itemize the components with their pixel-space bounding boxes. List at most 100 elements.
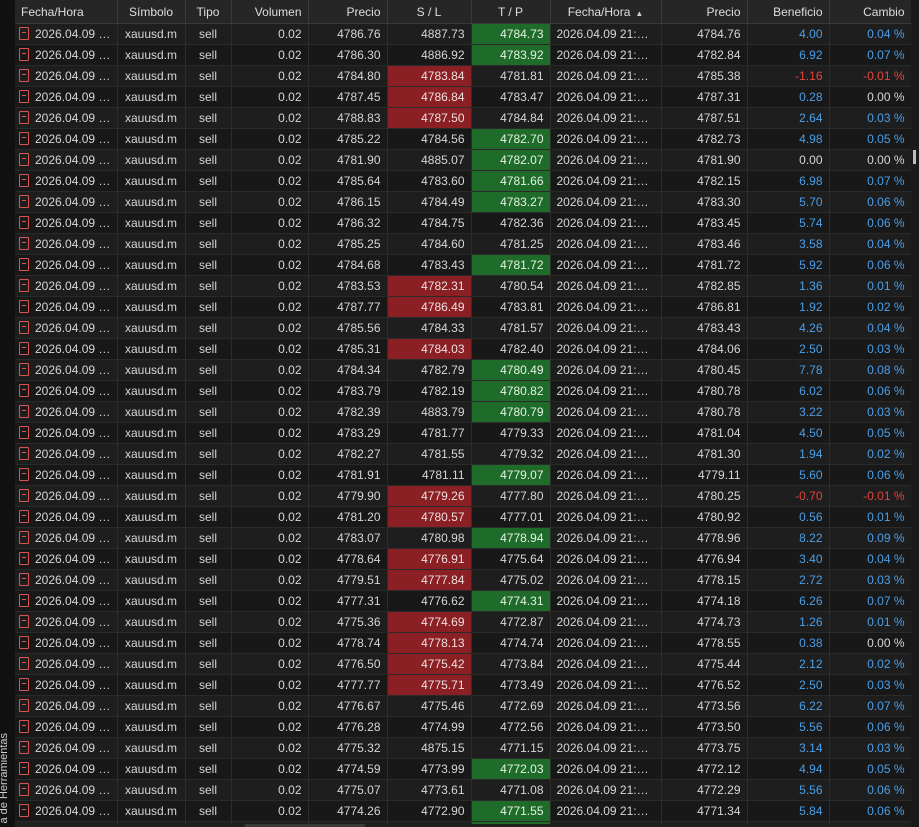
open-time-text: 2026.04.09 2... <box>35 89 116 104</box>
table-row[interactable]: 2026.04.09 2... xauusd.m sell 0.02 4787.77 47… <box>15 296 911 318</box>
deal-document-icon <box>19 762 29 776</box>
table-row[interactable]: 2026.04.09 2... xauusd.m sell 0.02 4781.90 48… <box>15 149 911 171</box>
table-row[interactable]: 2026.04.09 2... xauusd.m sell 0.02 4777.31 47… <box>15 590 911 612</box>
table-row[interactable]: 2026.04.09 2... xauusd.m sell 0.02 4776.28 47… <box>15 716 911 738</box>
table-row[interactable]: 2026.04.09 2... xauusd.m sell 0.02 4774.26 47… <box>15 800 911 822</box>
table-row[interactable]: 2026.04.09 2... xauusd.m sell 0.02 4782.39 48… <box>15 401 911 423</box>
cell-open-price: 4786.32 <box>308 212 388 234</box>
cell-symbol: xauusd.m <box>117 611 186 633</box>
table-body: 2026.04.09 2... xauusd.m sell 0.02 4786.76 48… <box>15 23 911 824</box>
cell-open-price: 4784.80 <box>308 65 388 87</box>
cell-change: 0.07 % <box>829 695 911 717</box>
table-row[interactable]: 2026.04.09 2... xauusd.m sell 0.02 4785.31 47… <box>15 338 911 360</box>
table-row[interactable]: 2026.04.09 2... xauusd.m sell 0.02 4776.67 47… <box>15 695 911 717</box>
vertical-scrollbar[interactable] <box>911 0 919 827</box>
cell-close-price: 4780.25 <box>661 485 748 507</box>
table-row[interactable]: 2026.04.09 2... xauusd.m sell 0.02 4785.64 47… <box>15 170 911 192</box>
open-time-text: 2026.04.09 2... <box>35 26 116 41</box>
table-row[interactable]: 2026.04.09 2... xauusd.m sell 0.02 4786.32 47… <box>15 212 911 234</box>
cell-volume: 0.02 <box>231 233 309 255</box>
cell-symbol: xauusd.m <box>117 86 186 108</box>
col-tp-header[interactable]: T / P <box>471 0 551 24</box>
table-row[interactable]: 2026.04.09 2... xauusd.m sell 0.02 4788.83 47… <box>15 107 911 129</box>
col-sl-header[interactable]: S / L <box>387 0 472 24</box>
history-table: Fecha/Hora Símbolo Tipo Volumen Precio S / L T… <box>15 0 911 824</box>
cell-change: 0.04 % <box>829 317 911 339</box>
table-row[interactable]: 2026.04.09 2... xauusd.m sell 0.02 4785.56 47… <box>15 317 911 339</box>
cell-volume: 0.02 <box>231 632 309 654</box>
cell-tp: 4771.15 <box>471 737 551 759</box>
cell-close-price: 4781.04 <box>661 422 748 444</box>
table-row[interactable]: 2026.04.09 2... xauusd.m sell 0.02 4778.74 47… <box>15 632 911 654</box>
table-row[interactable]: 2026.04.09 2... xauusd.m sell 0.02 4779.90 47… <box>15 485 911 507</box>
table-row[interactable]: 2026.04.09 2... xauusd.m sell 0.02 4786.30 48… <box>15 44 911 66</box>
cell-tp: 4771.55 <box>471 800 551 822</box>
cell-profit: 0.00 <box>747 149 830 171</box>
cell-type: sell <box>185 548 232 570</box>
cell-sl: 4887.73 <box>387 23 472 45</box>
col-close-time-header[interactable]: Fecha/Hora ▲ <box>550 0 662 24</box>
cell-close-price: 4783.45 <box>661 212 748 234</box>
table-row[interactable]: 2026.04.09 2... xauusd.m sell 0.02 4781.20 47… <box>15 506 911 528</box>
cell-tp: 4777.01 <box>471 506 551 528</box>
table-row[interactable]: 2026.04.09 2... xauusd.m sell 0.02 4783.29 47… <box>15 422 911 444</box>
open-time-text: 2026.04.09 2... <box>35 572 116 587</box>
cell-sl: 4776.62 <box>387 590 472 612</box>
table-row[interactable]: 2026.04.09 2... xauusd.m sell 0.02 4785.25 47… <box>15 233 911 255</box>
table-row[interactable]: 2026.04.09 2... xauusd.m sell 0.02 4784.68 47… <box>15 254 911 276</box>
table-row[interactable]: 2026.04.09 2... xauusd.m sell 0.02 4775.32 48… <box>15 737 911 759</box>
cell-sl: 4787.50 <box>387 107 472 129</box>
cell-symbol: xauusd.m <box>117 128 186 150</box>
cell-profit: 2.72 <box>747 569 830 591</box>
table-row[interactable]: 2026.04.09 2... xauusd.m sell 0.02 4782.27 47… <box>15 443 911 465</box>
table-row[interactable]: 2026.04.09 2... xauusd.m sell 0.02 4774.59 47… <box>15 758 911 780</box>
table-row[interactable]: 2026.04.09 2... xauusd.m sell 0.02 4786.76 48… <box>15 23 911 45</box>
col-type-header[interactable]: Tipo <box>185 0 232 24</box>
cell-volume: 0.02 <box>231 485 309 507</box>
cell-open-time: 2026.04.09 2... <box>15 695 118 717</box>
open-time-text: 2026.04.09 2... <box>35 362 116 377</box>
table-row[interactable]: 2026.04.09 2... xauusd.m sell 0.02 4779.51 47… <box>15 569 911 591</box>
cell-close-time: 2026.04.09 21:40:56 <box>550 716 662 738</box>
table-row[interactable]: 2026.04.09 2... xauusd.m sell 0.02 4783.53 47… <box>15 275 911 297</box>
table-row[interactable]: 2026.04.09 2... xauusd.m sell 0.02 4775.07 47… <box>15 779 911 801</box>
cell-change: 0.03 % <box>829 569 911 591</box>
column-header-label: Precio <box>346 4 381 19</box>
cell-tp: 4774.74 <box>471 632 551 654</box>
col-close-price-header[interactable]: Precio <box>661 0 748 24</box>
col-volume-header[interactable]: Volumen <box>231 0 309 24</box>
table-row[interactable]: 2026.04.09 2... xauusd.m sell 0.02 4776.50 47… <box>15 653 911 675</box>
cell-open-price: 4786.15 <box>308 191 388 213</box>
col-open-time-header[interactable]: Fecha/Hora <box>15 0 118 24</box>
table-row[interactable]: 2026.04.09 2... xauusd.m sell 0.02 4783.79 47… <box>15 380 911 402</box>
col-change-header[interactable]: Cambio <box>829 0 911 24</box>
cell-open-time: 2026.04.09 2... <box>15 569 118 591</box>
cell-type: sell <box>185 401 232 423</box>
table-row[interactable]: 2026.04.09 2... xauusd.m sell 0.02 4783.07 47… <box>15 527 911 549</box>
cell-volume: 0.02 <box>231 23 309 45</box>
col-profit-header[interactable]: Beneficio <box>747 0 830 24</box>
cell-sl: 4782.79 <box>387 359 472 381</box>
cell-tp: 4781.66 <box>471 170 551 192</box>
table-row[interactable]: 2026.04.09 2... xauusd.m sell 0.02 4787.45 47… <box>15 86 911 108</box>
table-row[interactable]: 2026.04.09 2... xauusd.m sell 0.02 4786.15 47… <box>15 191 911 213</box>
deal-document-icon <box>19 657 29 671</box>
table-row[interactable]: 2026.04.09 1... xauusd.m sell 0.02 4784.80 47… <box>15 65 911 87</box>
open-time-text: 2026.04.09 2... <box>35 404 116 419</box>
table-row[interactable]: 2026.04.09 2... xauusd.m sell 0.02 4785.22 47… <box>15 128 911 150</box>
table-row[interactable]: 2026.04.09 2... xauusd.m sell 0.02 4784.34 47… <box>15 359 911 381</box>
cell-change: 0.06 % <box>829 254 911 276</box>
vertical-scroll-thumb[interactable] <box>913 150 916 164</box>
table-row[interactable]: 2026.04.09 2... xauusd.m sell 0.02 4777.77 47… <box>15 674 911 696</box>
cell-open-time: 2026.04.09 2... <box>15 548 118 570</box>
table-row[interactable]: 2026.04.09 2... xauusd.m sell 0.02 4778.64 47… <box>15 548 911 570</box>
col-symbol-header[interactable]: Símbolo <box>117 0 186 24</box>
col-open-price-header[interactable]: Precio <box>308 0 388 24</box>
toolbox-side-tab[interactable]: a de Herramientas <box>0 0 15 827</box>
table-row[interactable]: 2026.04.09 2... xauusd.m sell 0.02 4775.36 47… <box>15 611 911 633</box>
cell-change: 0.01 % <box>829 275 911 297</box>
open-time-text: 2026.04.09 2... <box>35 110 116 125</box>
table-row[interactable]: 2026.04.09 2... xauusd.m sell 0.02 4781.91 47… <box>15 464 911 486</box>
cell-sl: 4780.57 <box>387 506 472 528</box>
cell-close-time: 2026.04.09 21:23:40 <box>550 401 662 423</box>
